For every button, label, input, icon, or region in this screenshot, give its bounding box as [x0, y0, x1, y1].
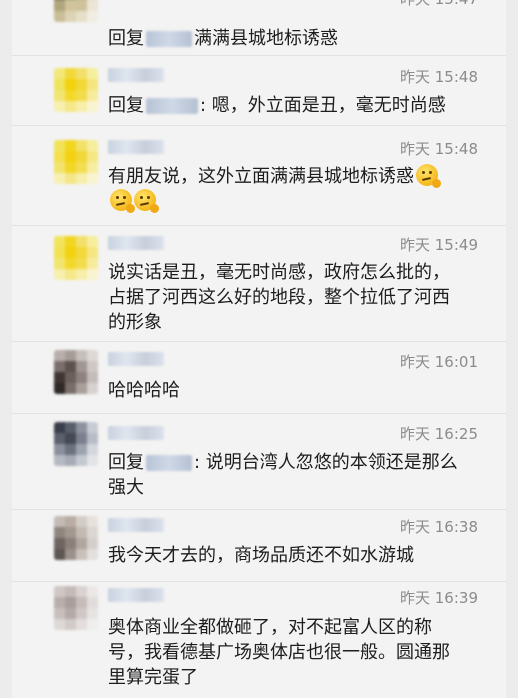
comment-time: 昨天 16:01	[400, 353, 478, 371]
comment-item[interactable]: 昨天 16:38 我今天才去的，商场品质还不如水游城	[12, 510, 506, 582]
reply-prefix: 回复	[108, 452, 144, 473]
comment-text: 说实话是丑，毫无时尚感，政府怎么批的， 占据了河西这么好的地段，整个拉低了河西 …	[108, 262, 450, 333]
avatar[interactable]	[54, 236, 98, 280]
replied-user-name[interactable]	[146, 455, 192, 471]
comment-time: 昨天 15:49	[400, 236, 478, 254]
user-name[interactable]	[108, 140, 164, 154]
comment-time: 昨天 15:47	[400, 0, 478, 9]
comment-text: 我今天才去的，商场品质还不如水游城	[108, 545, 414, 566]
user-name[interactable]	[108, 426, 164, 440]
reply-prefix: 回复	[108, 28, 144, 49]
comment-text: 有朋友说，这外立面满满县城地标诱惑	[108, 164, 486, 214]
comment-time: 昨天 15:48	[400, 140, 478, 158]
user-name[interactable]	[108, 236, 164, 250]
comment-item[interactable]: 昨天 16:25 回复: 说明台湾人忽悠的本领还是那么 强大	[12, 414, 506, 510]
comments-panel: 昨天 15:47 回复满满县城地标诱惑 昨天 15:48 回复:	[12, 0, 506, 698]
user-name[interactable]	[108, 68, 164, 82]
comment-item[interactable]: 昨天 16:39 奥体商业全都做砸了，对不起富人区的称 号，我看德基广场奥体店也…	[12, 582, 506, 698]
avatar[interactable]	[54, 140, 98, 184]
user-name[interactable]	[108, 518, 164, 532]
avatar[interactable]	[54, 516, 98, 560]
comment-text: 哈哈哈哈	[108, 380, 180, 401]
avatar[interactable]	[54, 350, 98, 394]
comment-time: 昨天 16:38	[400, 518, 478, 536]
comment-time: 昨天 15:48	[400, 68, 478, 86]
avatar[interactable]	[54, 68, 98, 112]
comment-time: 昨天 16:25	[400, 425, 478, 443]
avatar[interactable]	[54, 586, 98, 630]
comment-text: 回复: 嗯，外立面是丑，毫无时尚感	[108, 95, 446, 116]
comment-item[interactable]: 昨天 16:01 哈哈哈哈	[12, 342, 506, 414]
avatar[interactable]	[54, 422, 98, 466]
comment-text: 回复: 说明台湾人忽悠的本领还是那么 强大	[108, 452, 458, 498]
avatar[interactable]	[54, 0, 98, 22]
user-name[interactable]	[108, 352, 164, 366]
thinking-face-icon	[416, 164, 441, 188]
comment-item[interactable]: 昨天 15:47 回复满满县城地标诱惑	[12, 0, 506, 56]
replied-user-name[interactable]	[146, 31, 192, 47]
comment-text: 回复 满满县城地标诱惑	[108, 28, 338, 49]
comment-item[interactable]: 昨天 15:49 说实话是丑，毫无时尚感，政府怎么批的， 占据了河西这么好的地段…	[12, 226, 506, 342]
thinking-face-icon	[134, 189, 159, 213]
replied-user-name[interactable]	[146, 98, 198, 114]
comment-text: 奥体商业全都做砸了，对不起富人区的称 号，我看德基广场奥体店也很一般。圆通那 里…	[108, 617, 450, 688]
comment-item[interactable]: 昨天 15:48 回复: 嗯，外立面是丑，毫无时尚感	[12, 56, 506, 126]
user-name[interactable]	[108, 588, 164, 602]
reply-prefix: 回复	[108, 95, 144, 116]
comment-item[interactable]: 昨天 15:48 有朋友说，这外立面满满县城地标诱惑	[12, 126, 506, 226]
thinking-face-icon	[110, 189, 135, 213]
comment-time: 昨天 16:39	[400, 589, 478, 607]
